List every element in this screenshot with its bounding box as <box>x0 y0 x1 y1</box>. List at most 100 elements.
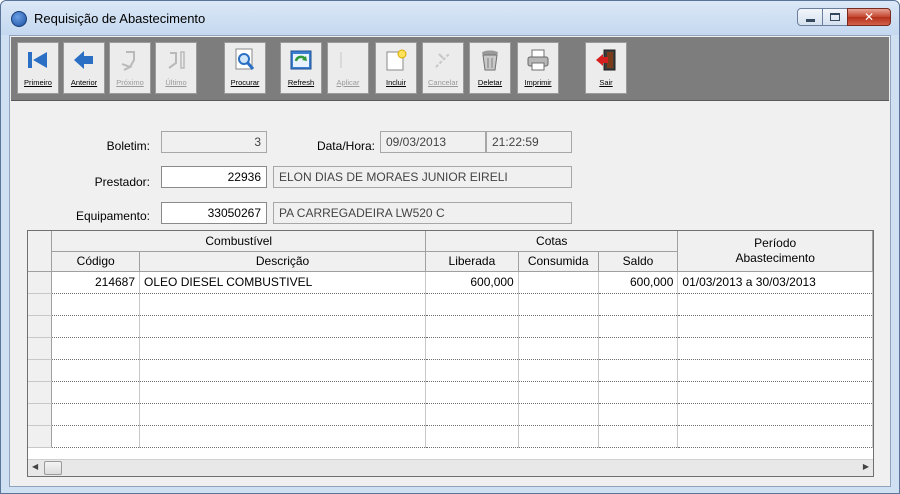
grid-cell[interactable] <box>51 425 141 448</box>
prestador-code-field[interactable]: 22936 <box>161 166 267 188</box>
saldo-cell[interactable]: 600,000 <box>598 271 679 294</box>
scroll-thumb[interactable] <box>44 461 62 475</box>
grid-cell[interactable] <box>139 359 427 382</box>
grid-cell[interactable] <box>425 337 519 360</box>
horizontal-scrollbar[interactable]: ◀ ▶ <box>28 459 873 476</box>
row-indicator[interactable] <box>28 359 53 382</box>
grid-cell[interactable] <box>139 315 427 338</box>
table-row[interactable] <box>28 403 873 426</box>
grid-cell[interactable] <box>598 381 679 404</box>
codigo-column-header[interactable]: Código <box>51 251 141 272</box>
grid-cell[interactable] <box>425 425 519 448</box>
grid-cell[interactable] <box>51 381 141 404</box>
grid-cell[interactable] <box>51 293 141 316</box>
table-row[interactable] <box>28 293 873 316</box>
close-button[interactable]: ✕ <box>847 8 891 26</box>
liberada-cell[interactable]: 600,000 <box>425 271 519 294</box>
descricao-cell[interactable]: OLEO DIESEL COMBUSTIVEL <box>139 271 427 294</box>
row-indicator[interactable] <box>28 337 53 360</box>
grid-cell[interactable] <box>677 403 873 426</box>
row-indicator[interactable] <box>28 293 53 316</box>
grid-cell[interactable] <box>51 359 141 382</box>
table-row[interactable]: 214687 OLEO DIESEL COMBUSTIVEL 600,000 6… <box>28 271 873 294</box>
first-button[interactable]: Primeiro <box>17 42 59 94</box>
hora-field[interactable]: 21:22:59 <box>486 131 572 153</box>
search-button[interactable]: Procurar <box>224 42 266 94</box>
include-button[interactable]: Incluir <box>375 42 417 94</box>
grid-cell[interactable] <box>598 293 679 316</box>
last-button[interactable]: Último <box>155 42 197 94</box>
grid-cell[interactable] <box>598 359 679 382</box>
table-row[interactable] <box>28 359 873 382</box>
descricao-column-header[interactable]: Descrição <box>139 251 427 272</box>
cancel-button[interactable]: Cancelar <box>422 42 464 94</box>
table-row[interactable] <box>28 315 873 338</box>
row-indicator[interactable] <box>28 381 53 404</box>
equipamento-code-field[interactable]: 33050267 <box>161 202 267 224</box>
table-row[interactable] <box>28 381 873 404</box>
grid-cell[interactable] <box>518 381 599 404</box>
grid-cell[interactable] <box>425 359 519 382</box>
grid-cell[interactable] <box>139 403 427 426</box>
grid-cell[interactable] <box>677 381 873 404</box>
row-indicator[interactable] <box>28 425 53 448</box>
scroll-left-icon[interactable]: ◀ <box>32 462 38 471</box>
periodo-cell[interactable]: 01/03/2013 a 30/03/2013 <box>677 271 873 294</box>
grid-cell[interactable] <box>677 315 873 338</box>
apply-button[interactable]: Aplicar <box>327 42 369 94</box>
liberada-column-header[interactable]: Liberada <box>425 251 519 272</box>
grid-cell[interactable] <box>677 293 873 316</box>
maximize-button[interactable] <box>822 8 848 26</box>
cotas-group-header[interactable]: Cotas <box>425 231 679 252</box>
table-row[interactable] <box>28 337 873 360</box>
print-button[interactable]: Imprimir <box>517 42 559 94</box>
grid-cell[interactable] <box>139 381 427 404</box>
refresh-button[interactable]: Refresh <box>280 42 322 94</box>
delete-button[interactable]: Deletar <box>469 42 511 94</box>
grid-cell[interactable] <box>139 337 427 360</box>
exit-button[interactable]: Sair <box>585 42 627 94</box>
consumida-cell[interactable] <box>518 271 599 294</box>
grid-cell[interactable] <box>598 337 679 360</box>
prestador-name-field[interactable]: ELON DIAS DE MORAES JUNIOR EIRELI <box>273 166 572 188</box>
grid-cell[interactable] <box>598 315 679 338</box>
minimize-button[interactable] <box>797 8 823 26</box>
scroll-right-icon[interactable]: ▶ <box>863 462 869 471</box>
grid-cell[interactable] <box>51 337 141 360</box>
grid-cell[interactable] <box>518 425 599 448</box>
previous-button[interactable]: Anterior <box>63 42 105 94</box>
grid-cell[interactable] <box>677 425 873 448</box>
row-indicator[interactable] <box>28 403 53 426</box>
grid-cell[interactable] <box>425 403 519 426</box>
row-indicator[interactable] <box>28 271 53 294</box>
combustivel-group-header[interactable]: Combustível <box>51 231 427 252</box>
boletim-field[interactable]: 3 <box>161 131 267 153</box>
saldo-column-header[interactable]: Saldo <box>598 251 679 272</box>
grid-cell[interactable] <box>518 359 599 382</box>
grid-cell[interactable] <box>425 315 519 338</box>
table-row[interactable] <box>28 425 873 448</box>
grid-cell[interactable] <box>518 293 599 316</box>
grid-cell[interactable] <box>598 403 679 426</box>
data-field[interactable]: 09/03/2013 <box>380 131 486 153</box>
grid-cell[interactable] <box>425 381 519 404</box>
next-button-label: Próximo <box>116 78 144 87</box>
codigo-cell[interactable]: 214687 <box>51 271 141 294</box>
grid-cell[interactable] <box>518 315 599 338</box>
next-button[interactable]: Próximo <box>109 42 151 94</box>
grid-cell[interactable] <box>139 293 427 316</box>
grid-cell[interactable] <box>518 403 599 426</box>
grid-cell[interactable] <box>677 337 873 360</box>
title-bar[interactable]: Requisição de Abastecimento ✕ <box>1 1 899 35</box>
grid-cell[interactable] <box>51 315 141 338</box>
grid-cell[interactable] <box>51 403 141 426</box>
equipamento-name-field[interactable]: PA CARREGADEIRA LW520 C <box>273 202 572 224</box>
grid-cell[interactable] <box>518 337 599 360</box>
grid-cell[interactable] <box>425 293 519 316</box>
consumida-column-header[interactable]: Consumida <box>518 251 599 272</box>
grid-cell[interactable] <box>139 425 427 448</box>
row-indicator[interactable] <box>28 315 53 338</box>
grid-cell[interactable] <box>677 359 873 382</box>
grid-cell[interactable] <box>598 425 679 448</box>
periodo-header[interactable]: Período Abastecimento <box>677 231 873 272</box>
